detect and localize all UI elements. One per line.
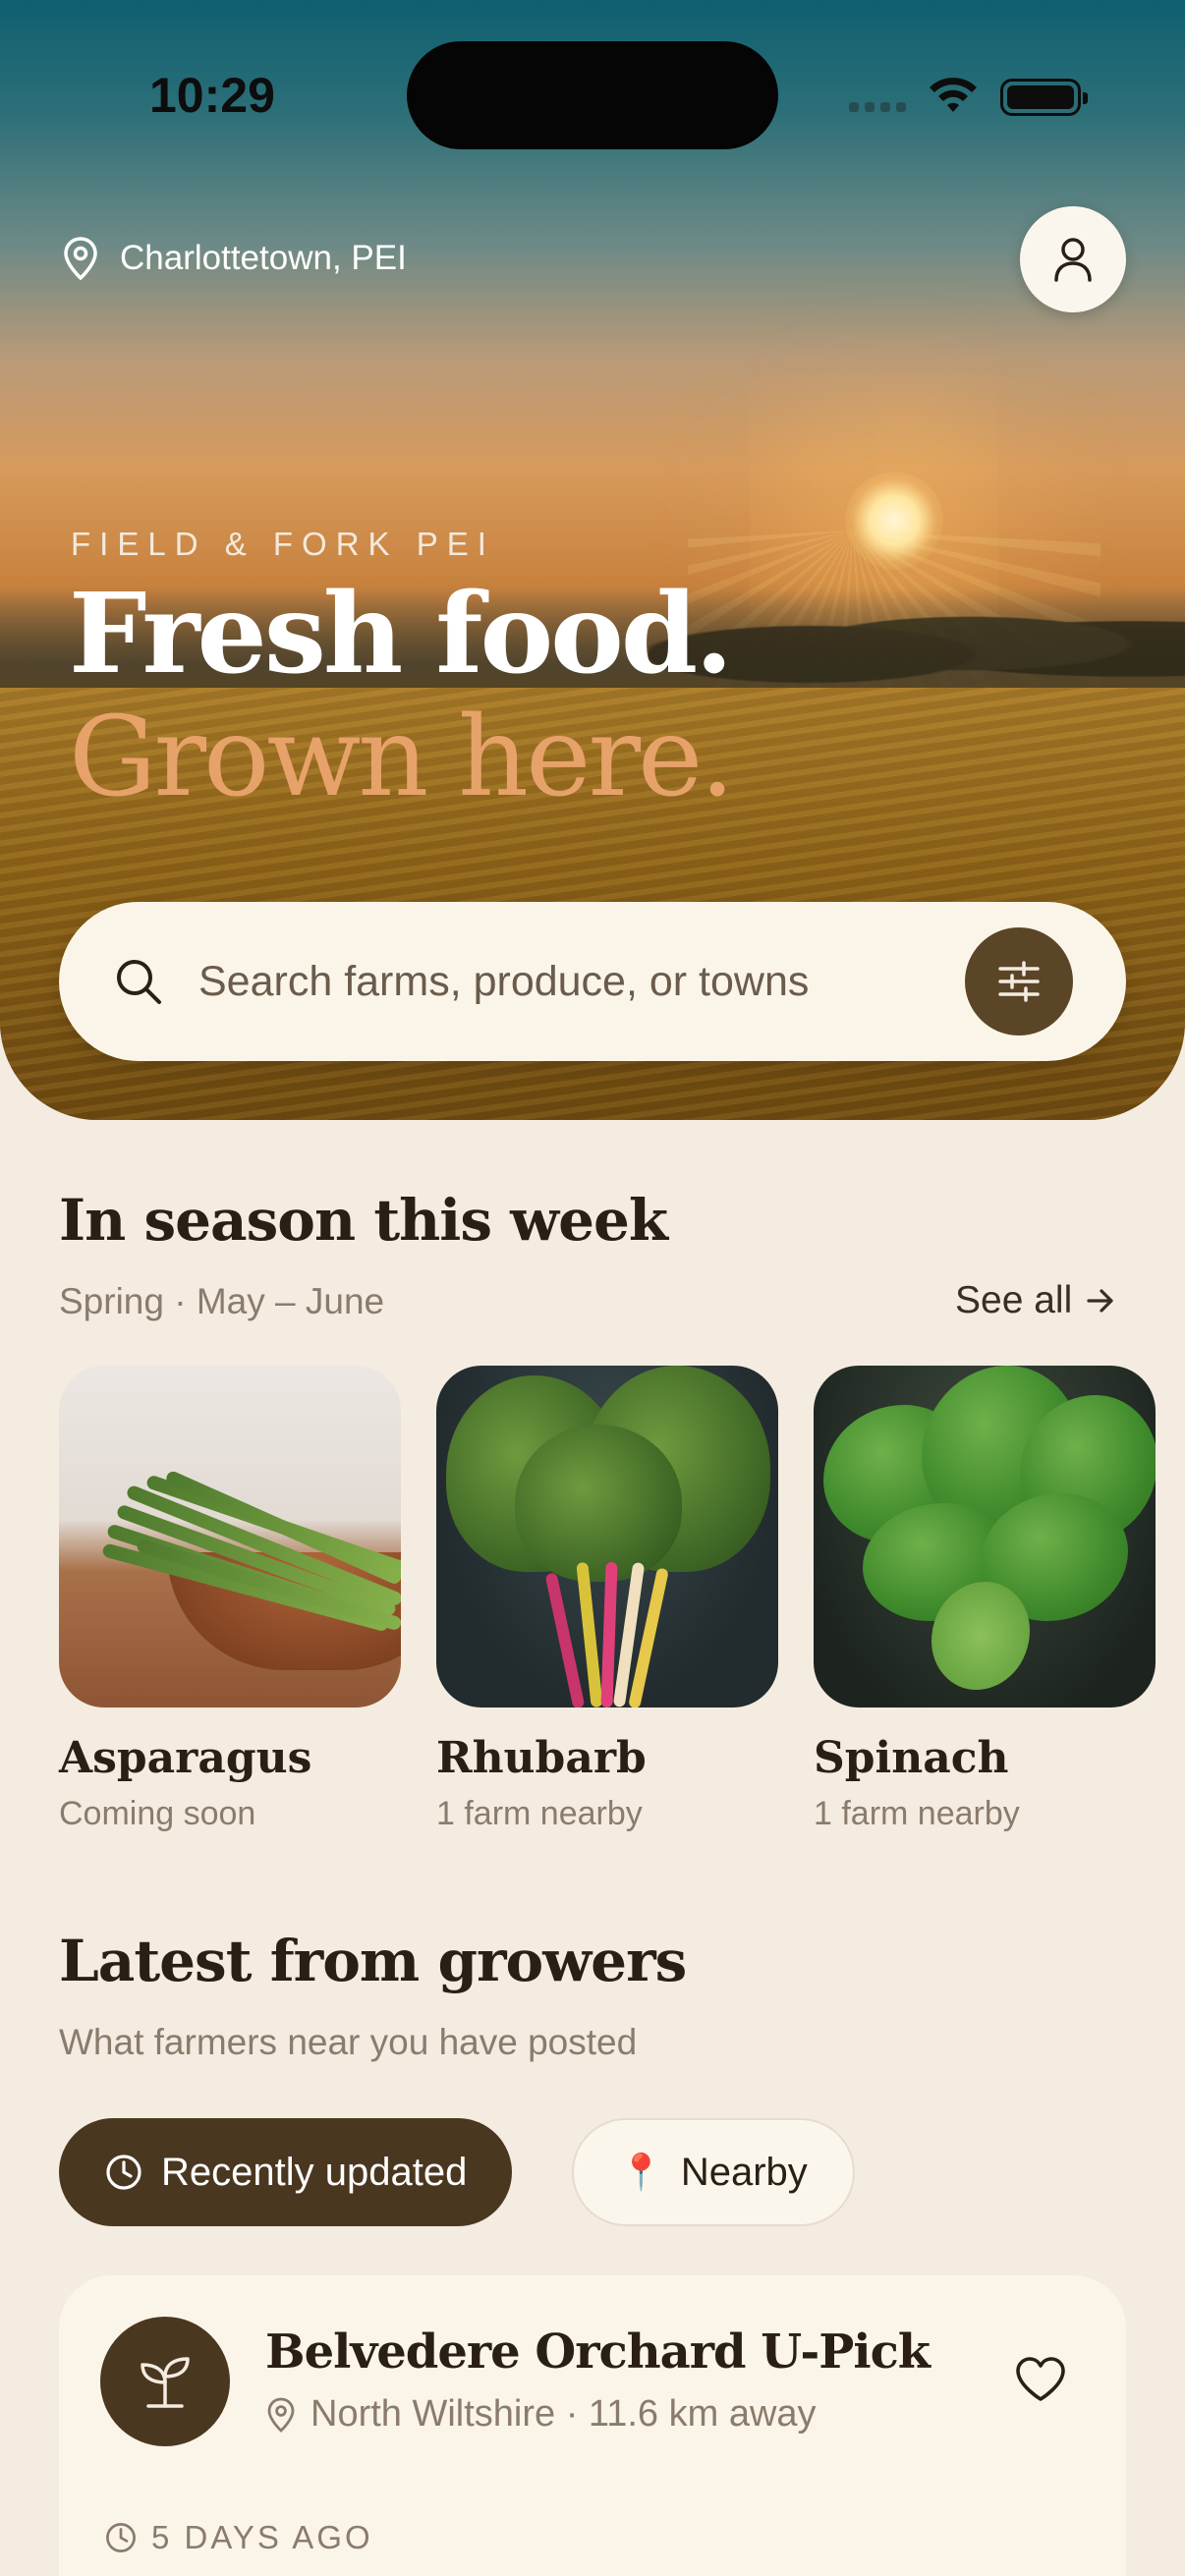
arrow-right-icon — [1087, 1289, 1113, 1313]
signal-icon — [849, 102, 906, 112]
produce-availability: 1 farm nearby — [814, 1795, 1020, 1832]
user-icon — [1054, 238, 1092, 282]
in-season-subtitle: Spring · May – June — [59, 1281, 385, 1321]
clock-icon — [106, 2523, 136, 2552]
produce-availability: 1 farm nearby — [436, 1795, 643, 1832]
search-input[interactable]: Search farms, produce, or towns — [198, 958, 809, 1006]
produce-name: Spinach — [814, 1733, 1009, 1783]
status-time: 10:29 — [149, 68, 275, 123]
sliders-icon — [998, 961, 1040, 1002]
profile-button[interactable] — [1020, 206, 1126, 312]
post-timestamp: 5 DAYS AGO — [104, 2519, 373, 2556]
app-eyebrow: FIELD & FORK PEI — [71, 526, 495, 562]
filter-chip-recently-updated[interactable]: Recently updated — [59, 2118, 513, 2226]
filter-button[interactable] — [965, 927, 1073, 1036]
farm-location-label: North Wiltshire · 11.6 km away — [310, 2393, 817, 2435]
farm-name: Belvedere Orchard U-Pick — [265, 2324, 931, 2380]
pushpin-icon: 📍 — [619, 2152, 663, 2192]
clock-icon — [106, 2155, 141, 2190]
headline-primary: Fresh food. — [69, 570, 733, 699]
spinach-image — [814, 1366, 1156, 1708]
produce-card-rhubarb[interactable]: Rhubarb 1 farm nearby — [436, 1366, 778, 1833]
map-pin-icon — [267, 2397, 295, 2433]
produce-card-spinach[interactable]: Spinach 1 farm nearby — [814, 1366, 1156, 1833]
battery-icon — [1000, 79, 1088, 116]
chip-label: Nearby — [680, 2150, 808, 2194]
search-icon — [117, 960, 161, 1004]
see-all-link[interactable]: See all — [955, 1279, 1115, 1322]
rhubarb-image — [436, 1366, 778, 1708]
farm-location: North Wiltshire · 11.6 km away — [265, 2393, 817, 2436]
farm-avatar — [100, 2317, 230, 2446]
asparagus-image — [59, 1366, 401, 1708]
map-pin-icon — [64, 237, 97, 281]
dynamic-island — [407, 41, 778, 149]
location-label: Charlottetown, PEI — [120, 239, 407, 277]
produce-name: Asparagus — [59, 1733, 312, 1783]
latest-subtitle: What farmers near you have posted — [59, 2022, 638, 2062]
search-bar[interactable]: Search farms, produce, or towns — [59, 902, 1126, 1061]
favorite-heart-icon[interactable] — [1014, 2356, 1067, 2403]
chip-label: Recently updated — [161, 2150, 468, 2194]
sprout-icon — [141, 2357, 190, 2408]
headline-secondary: Grown here. — [69, 694, 735, 821]
latest-title: Latest from growers — [59, 1928, 687, 1994]
location-selector[interactable]: Charlottetown, PEI — [61, 236, 407, 281]
grower-post-card[interactable]: Belvedere Orchard U-Pick North Wiltshire… — [59, 2275, 1126, 2576]
post-time-label: 5 DAYS AGO — [151, 2519, 373, 2555]
filter-chip-nearby[interactable]: 📍 Nearby — [572, 2118, 855, 2226]
see-all-label: See all — [955, 1279, 1073, 1321]
produce-name: Rhubarb — [436, 1733, 647, 1783]
in-season-title: In season this week — [59, 1187, 668, 1254]
produce-availability: Coming soon — [59, 1795, 256, 1832]
produce-card-asparagus[interactable]: Asparagus Coming soon — [59, 1366, 401, 1833]
wifi-icon — [930, 78, 977, 112]
